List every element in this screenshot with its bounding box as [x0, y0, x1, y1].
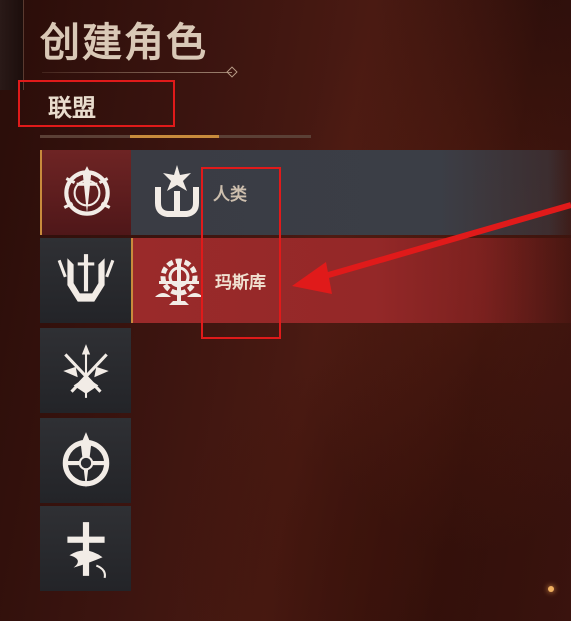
annotation-arrow-icon	[292, 202, 571, 294]
ember-sparkle	[548, 586, 554, 592]
